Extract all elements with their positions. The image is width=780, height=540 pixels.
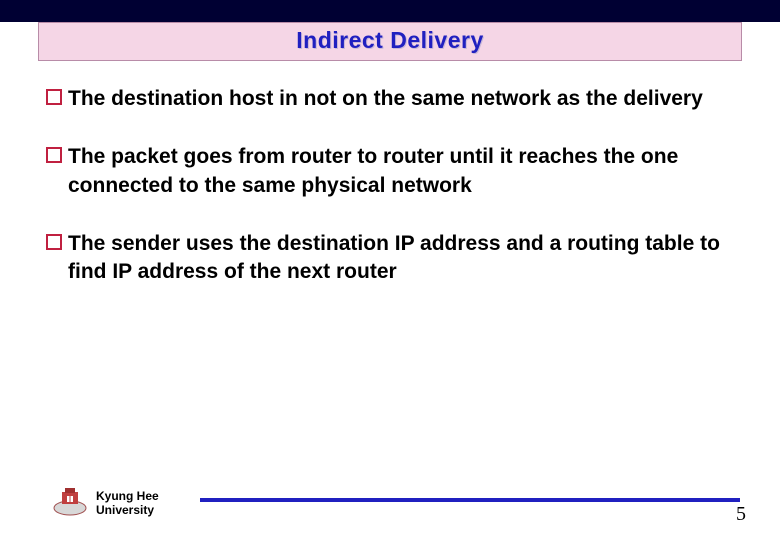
university-logo-icon (52, 486, 88, 516)
square-bullet-icon (46, 147, 62, 163)
university-name-line2: University (96, 503, 154, 517)
university-name: Kyung Hee University (96, 490, 159, 518)
bullet-item: The sender uses the destination IP addre… (46, 230, 734, 287)
bullet-item: The destination host in not on the same … (46, 85, 734, 113)
footer: Kyung Hee University 5 (0, 472, 780, 522)
bullet-item: The packet goes from router to router un… (46, 143, 734, 200)
slide-title: Indirect Delivery (296, 27, 483, 53)
square-bullet-icon (46, 89, 62, 105)
content-area: The destination host in not on the same … (0, 61, 780, 287)
square-bullet-icon (46, 234, 62, 250)
page-number: 5 (736, 503, 746, 526)
title-band: Indirect Delivery (38, 22, 742, 61)
bullet-text: The packet goes from router to router un… (68, 143, 734, 200)
footer-divider (200, 498, 740, 502)
top-band (0, 0, 780, 22)
university-name-line1: Kyung Hee (96, 489, 159, 503)
bullet-text: The sender uses the destination IP addre… (68, 230, 734, 287)
bullet-text: The destination host in not on the same … (68, 85, 703, 113)
